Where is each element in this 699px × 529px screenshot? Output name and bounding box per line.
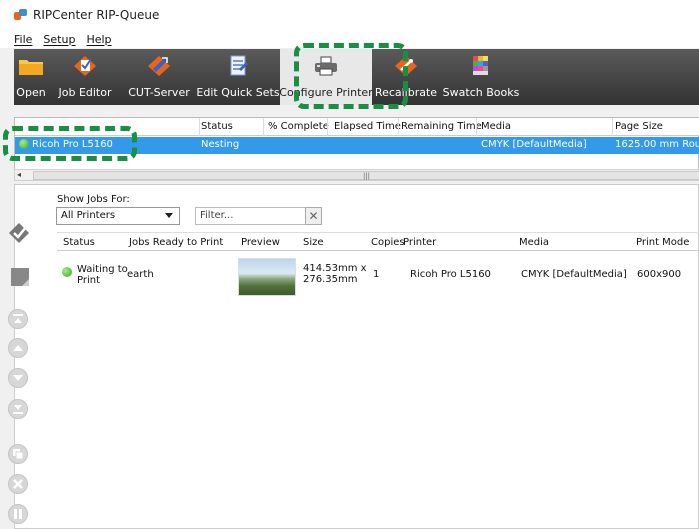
menu-file[interactable]: File xyxy=(14,33,32,46)
col-size[interactable]: Size xyxy=(303,237,324,248)
move-bottom-icon xyxy=(13,405,23,414)
pause-icon xyxy=(14,509,22,519)
swatch-books-button[interactable]: Swatch Books xyxy=(440,49,522,105)
menu-help[interactable]: Help xyxy=(86,33,111,46)
col-percent-complete[interactable]: % Complete xyxy=(268,121,329,132)
cut-server-label: CUT-Server xyxy=(128,86,190,99)
job-editor-button[interactable]: Job Editor xyxy=(48,49,122,105)
job-media-cell: CMYK [DefaultMedia] xyxy=(521,269,627,280)
page-icon[interactable] xyxy=(10,267,30,287)
title-bar: RIPCenter RIP-Queue xyxy=(0,0,699,30)
swatch-books-icon xyxy=(473,56,488,75)
job-size-cell: 414.53mm x 276.35mm xyxy=(303,263,367,285)
move-top-icon xyxy=(13,314,23,323)
col-jobs-ready[interactable]: Jobs Ready to Print xyxy=(129,237,223,248)
rip-queue-window: RIPCenter RIP-Queue File Setup Help Open… xyxy=(0,0,699,529)
chevron-down-icon xyxy=(165,213,173,218)
col-elapsed-time[interactable]: Elapsed Time xyxy=(334,121,401,132)
cut-server-icon xyxy=(148,56,170,76)
app-icon xyxy=(14,9,28,21)
job-editor-icon xyxy=(74,56,96,76)
pause-button[interactable] xyxy=(8,504,28,524)
filter-input[interactable]: Filter... xyxy=(195,207,319,225)
job-name-cell: earth xyxy=(127,269,154,280)
col-preview[interactable]: Preview xyxy=(241,237,280,248)
folder-icon xyxy=(19,60,43,75)
edit-quick-sets-button[interactable]: Edit Quick Sets xyxy=(196,49,280,105)
job-status-cell: Waiting to Print xyxy=(77,264,128,286)
printer-media-cell: CMYK [DefaultMedia] xyxy=(481,139,587,150)
printer-page-size-cell: 1625.00 mm Rou... xyxy=(615,139,699,150)
col-copies[interactable]: Copies xyxy=(371,237,405,248)
col-page-size[interactable]: Page Size xyxy=(615,121,663,132)
job-print-mode-cell: 600x900 xyxy=(637,269,682,280)
quick-sets-icon xyxy=(230,55,248,76)
job-actions-sidebar xyxy=(4,200,34,529)
col-remaining-time[interactable]: Remaining Time xyxy=(401,121,482,132)
cut-server-button[interactable]: CUT-Server xyxy=(122,49,196,105)
move-top-button[interactable] xyxy=(8,309,28,329)
move-up-button[interactable] xyxy=(8,338,28,358)
move-down-button[interactable] xyxy=(8,368,28,388)
show-jobs-for-label: Show Jobs For: xyxy=(57,194,130,205)
open-button[interactable]: Open xyxy=(14,49,48,105)
close-icon xyxy=(13,479,23,489)
jobs-panel: Show Jobs For: All Printers Filter... ✕ … xyxy=(14,184,699,529)
job-row[interactable]: Waiting to Print earth 414.53mm x 276.35mm… xyxy=(57,252,699,312)
show-jobs-for-select[interactable]: All Printers xyxy=(56,207,180,225)
scroll-thumb[interactable]: ||| xyxy=(33,171,699,180)
edit-quick-sets-label: Edit Quick Sets xyxy=(196,86,280,99)
configure-printer-highlight xyxy=(294,43,408,109)
printer-status-cell: Nesting xyxy=(201,139,240,150)
menu-setup[interactable]: Setup xyxy=(43,33,75,46)
preview-thumbnail xyxy=(238,258,296,296)
delete-button[interactable] xyxy=(8,474,28,494)
move-bottom-button[interactable] xyxy=(8,399,28,419)
col-printer[interactable]: Printer xyxy=(403,237,436,248)
job-editor-label: Job Editor xyxy=(58,86,112,99)
col-print-mode[interactable]: Print Mode xyxy=(636,237,689,248)
job-printer-cell: Ricoh Pro L5160 xyxy=(410,269,491,280)
horizontal-scrollbar[interactable]: ◂ ||| xyxy=(14,169,699,181)
move-up-icon xyxy=(13,345,23,351)
col-job-media[interactable]: Media xyxy=(519,237,549,248)
col-status[interactable]: Status xyxy=(201,121,233,132)
col-job-status[interactable]: Status xyxy=(63,237,95,248)
show-jobs-for-value: All Printers xyxy=(61,210,116,221)
clear-filter-button[interactable]: ✕ xyxy=(305,207,322,225)
col-media[interactable]: Media xyxy=(481,121,511,132)
duplicate-icon xyxy=(13,449,24,460)
jobs-header: Status Jobs Ready to Print Preview Size … xyxy=(57,232,699,251)
job-editor-side-icon[interactable] xyxy=(8,222,30,244)
open-label: Open xyxy=(16,86,46,99)
printer-row-highlight xyxy=(3,126,137,161)
filter-placeholder: Filter... xyxy=(200,210,234,221)
scroll-left-icon[interactable]: ◂ xyxy=(17,170,21,179)
job-status-dot-icon xyxy=(62,267,72,277)
move-down-icon xyxy=(13,375,23,381)
duplicate-button[interactable] xyxy=(8,444,28,464)
job-copies-cell: 1 xyxy=(373,269,380,280)
window-title: RIPCenter RIP-Queue xyxy=(33,8,160,22)
swatch-books-label: Swatch Books xyxy=(442,86,520,99)
